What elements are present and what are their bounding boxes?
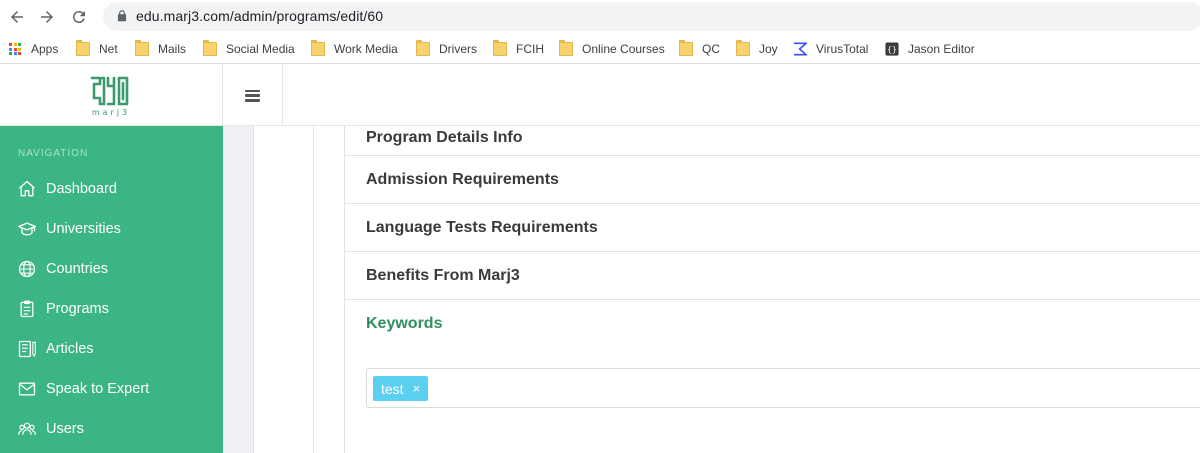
section-benefits-from-marj3[interactable]: Benefits From Marj3 [345,252,1200,300]
section-title: Language Tests Requirements [366,218,598,236]
close-icon[interactable]: × [413,382,421,395]
bookmark-label: Online Courses [582,42,665,56]
bookmark-mails[interactable]: Mails [135,38,186,60]
graduation-cap-icon [18,222,36,236]
bookmark-label: Work Media [334,42,398,56]
envelope-icon [18,382,36,396]
bookmark-qc[interactable]: QC [679,38,720,60]
folder-icon [679,40,693,56]
hamburger-icon [245,89,260,102]
reload-icon [72,11,85,24]
sidebar-item-countries[interactable]: Countries [0,249,223,289]
folder-icon [76,40,90,56]
sidebar-item-programs[interactable]: Programs [0,289,223,329]
forward-button[interactable] [34,4,60,30]
sidebar-item-label: Speak to Expert [46,381,150,397]
sidebar-item-label: Universities [46,221,121,237]
program-sections: Program Details Info Admission Requireme… [344,126,1200,453]
folder-icon [416,40,430,56]
section-program-details-info[interactable]: Program Details Info [345,108,1200,156]
arrow-right-icon [41,11,53,23]
section-keywords[interactable]: Keywords [345,300,1200,348]
bookmark-label: Jason Editor [908,42,975,56]
url-text: edu.marj3.com/admin/programs/edit/60 [136,8,384,24]
bookmark-label: Apps [31,42,59,56]
reload-button[interactable] [66,4,92,30]
sidebar-item-label: Articles [46,341,94,357]
sidebar-item-label: Programs [46,301,109,317]
bookmark-social-media[interactable]: Social Media [203,38,295,60]
bookmark-fcih[interactable]: FCIH [493,38,544,60]
bookmark-label: QC [702,42,720,56]
bookmark-drivers[interactable]: Drivers [416,38,477,60]
folder-icon [493,40,507,56]
sidebar-item-label: Users [46,421,84,437]
menu-toggle-button[interactable] [223,65,283,126]
bookmark-net[interactable]: Net [76,38,118,60]
bookmark-online-courses[interactable]: Online Courses [559,38,665,60]
browser-toolbar: edu.marj3.com/admin/programs/edit/60 [0,0,1200,34]
bookmark-virustotal[interactable]: VirusTotal [793,38,868,60]
back-button[interactable] [4,4,30,30]
arrow-left-icon [11,11,23,23]
bookmark-work-media[interactable]: Work Media [311,38,398,60]
section-admission-requirements[interactable]: Admission Requirements [345,156,1200,204]
section-language-tests-requirements[interactable]: Language Tests Requirements [345,204,1200,252]
users-icon [18,422,36,435]
sidebar-item-label: Countries [46,261,109,277]
navigation-heading: NAVIGATION [18,148,89,159]
logo-wordmark: marj3 [91,108,131,117]
virustotal-icon [793,42,807,56]
bookmark-joy[interactable]: Joy [736,38,778,60]
sidebar: NAVIGATION Dashboard Universities Countr… [0,126,223,453]
folder-icon [203,40,217,56]
bookmark-label: VirusTotal [816,42,869,56]
json-editor-icon: {} [885,42,899,56]
folder-icon [559,40,573,56]
logo[interactable]: marj3 [0,65,223,126]
sidebar-item-universities[interactable]: Universities [0,209,223,249]
lock-icon [117,10,127,22]
sidebar-item-label: Dashboard [46,181,117,197]
bookmark-label: Net [99,42,118,56]
sidebar-item-articles[interactable]: Articles [0,329,223,369]
bookmark-label: Joy [759,42,778,56]
home-icon [19,180,35,197]
section-title: Benefits From Marj3 [366,266,520,284]
section-title: Admission Requirements [366,170,559,188]
article-icon [18,340,36,358]
bookmark-jason-editor[interactable]: {} Jason Editor [885,38,975,60]
keyword-tag: test × [373,376,429,401]
folder-icon [135,40,149,56]
bookmarks-bar: Apps Net Mails Social Media Work Media D… [0,34,1200,64]
address-bar[interactable]: edu.marj3.com/admin/programs/edit/60 [103,2,1200,31]
bookmark-label: FCIH [516,42,544,56]
sidebar-item-speak-to-expert[interactable]: Speak to Expert [0,369,223,409]
bookmark-apps[interactable]: Apps [8,38,58,60]
apps-grid-icon [8,42,22,56]
folder-icon [311,40,325,56]
sidebar-item-users[interactable]: Users [0,409,223,449]
bookmark-label: Social Media [226,42,295,56]
section-title: Keywords [366,315,443,332]
clipboard-icon [20,300,34,318]
svg-text:{}: {} [887,45,896,54]
section-title: Program Details Info [366,128,523,146]
keywords-input[interactable]: test × [366,368,1200,408]
tag-label: test [381,380,404,397]
globe-icon [18,260,36,278]
marj3-logo-icon [90,76,129,106]
sidebar-item-dashboard[interactable]: Dashboard [0,169,223,209]
bookmark-label: Mails [158,42,187,56]
bookmark-label: Drivers [439,42,477,56]
folder-icon [736,40,750,56]
